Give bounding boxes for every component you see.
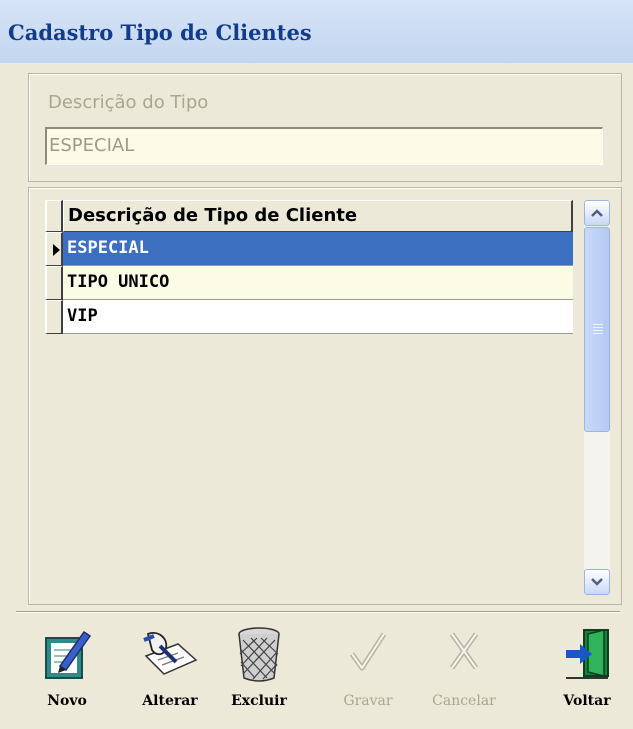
row-indicator[interactable]	[45, 232, 63, 266]
trash-bin-icon	[238, 627, 280, 682]
scroll-thumb[interactable]	[584, 227, 610, 432]
voltar-label: Voltar	[563, 693, 611, 709]
hand-writing-icon	[143, 632, 198, 675]
chevron-down-icon	[591, 578, 603, 586]
alterar-label: Alterar	[142, 693, 198, 709]
gravar-button[interactable]: Gravar	[328, 620, 408, 720]
alterar-button[interactable]: Alterar	[130, 620, 210, 720]
chevron-up-icon	[591, 209, 603, 217]
cancelar-button[interactable]: Cancelar	[424, 620, 504, 720]
grid-vertical-scrollbar[interactable]	[584, 200, 610, 595]
gravar-label: Gravar	[343, 693, 393, 709]
toolbar-separator	[16, 611, 620, 613]
novo-button[interactable]: Novo	[27, 620, 107, 720]
current-row-pointer-icon	[53, 244, 60, 256]
window-title: Cadastro Tipo de Clientes	[8, 20, 312, 45]
notepad-pencil-icon	[45, 630, 92, 679]
x-mark-icon	[449, 632, 479, 670]
scroll-up-button[interactable]	[584, 200, 610, 226]
novo-label: Novo	[47, 693, 87, 709]
table-row[interactable]: VIP	[63, 300, 573, 334]
checkmark-icon	[349, 632, 387, 671]
excluir-button[interactable]: Excluir	[219, 620, 299, 720]
table-row[interactable]: TIPO UNICO	[63, 266, 573, 300]
voltar-button[interactable]: Voltar	[547, 620, 627, 720]
scroll-down-button[interactable]	[584, 569, 610, 595]
description-field-label: Descrição do Tipo	[48, 92, 209, 113]
row-indicator[interactable]	[45, 300, 63, 334]
client-types-grid: Descrição de Tipo de Cliente ESPECIAL TI…	[45, 200, 573, 342]
description-input[interactable]: ESPECIAL	[45, 127, 603, 165]
row-indicator[interactable]	[45, 266, 63, 300]
exit-door-icon	[566, 629, 609, 679]
title-bar[interactable]: Cadastro Tipo de Clientes	[0, 0, 633, 63]
header-indicator-cell	[45, 200, 63, 232]
grid-column-header[interactable]: Descrição de Tipo de Cliente	[63, 200, 573, 232]
table-row-selected[interactable]: ESPECIAL	[63, 232, 573, 266]
cancelar-label: Cancelar	[432, 693, 496, 709]
excluir-label: Excluir	[231, 693, 287, 709]
